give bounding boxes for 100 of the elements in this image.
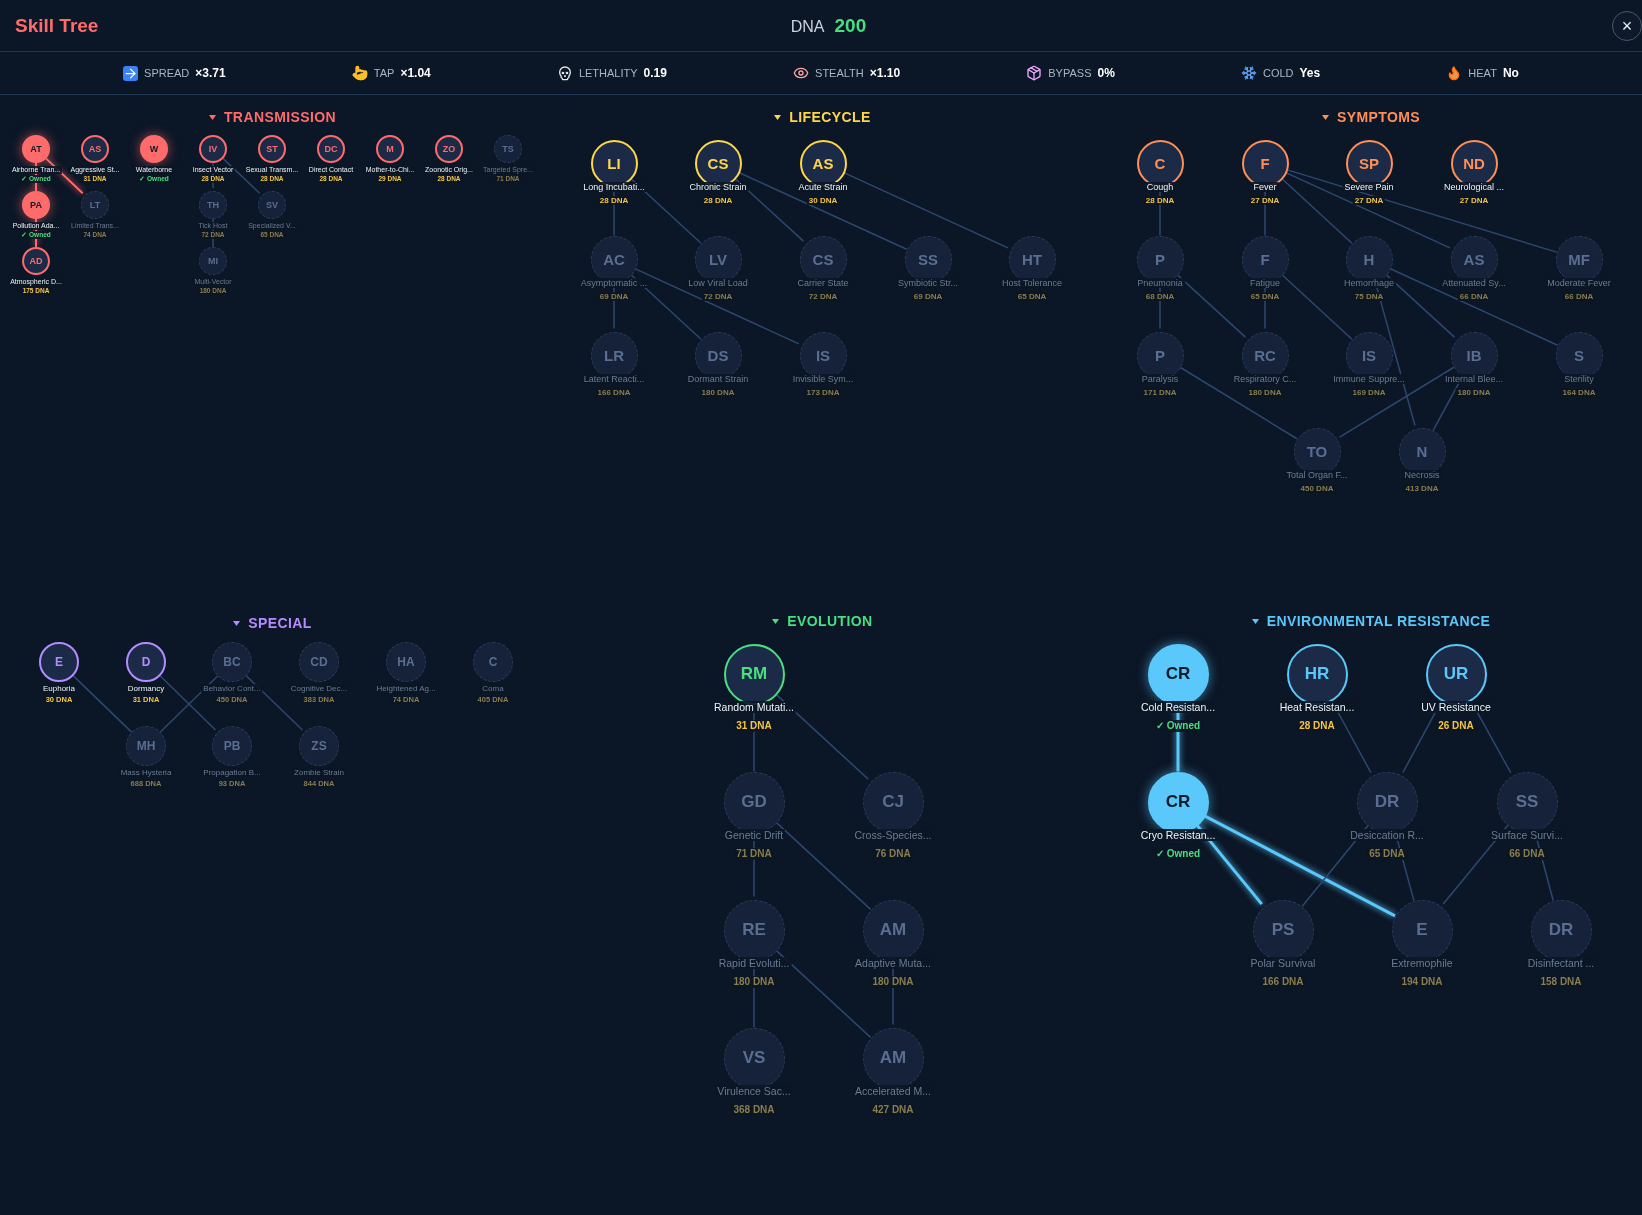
skill-name: Heightened Ag...: [374, 684, 438, 694]
caret-icon: [233, 620, 241, 626]
cost-label: 69 DNA: [911, 292, 945, 302]
cost-label: 26 DNA: [1436, 720, 1476, 732]
cost-label: 75 DNA: [1352, 292, 1386, 302]
skill-name: Disinfectant ...: [1525, 956, 1597, 969]
section-title: TRANSMISSION: [223, 109, 337, 125]
skill-node[interactable]: E: [39, 642, 79, 682]
skill-name: Propagation B...: [201, 768, 263, 778]
close-button[interactable]: ×: [1612, 10, 1642, 41]
cost-label: 66 DNA: [1507, 848, 1547, 860]
skill-name: Attenuated Sy...: [1440, 277, 1508, 288]
skill-node[interactable]: MI: [199, 247, 227, 275]
skill-name: Fever: [1251, 181, 1279, 192]
skill-name: Zombie Strain: [292, 768, 346, 778]
dna-label: DNA: [790, 17, 825, 36]
skill-node[interactable]: PA: [22, 191, 50, 219]
skill-node[interactable]: C: [473, 642, 513, 682]
stat-label: BYPASS: [1048, 67, 1092, 79]
skill-node[interactable]: SV: [258, 191, 286, 219]
cost-label: 72 DNA: [701, 292, 735, 302]
skill-name: Host Tolerance: [1000, 277, 1064, 288]
cost-label: 450 DNA: [1298, 484, 1336, 494]
skill-name: Mass Hysteria: [118, 768, 174, 778]
skill-node[interactable]: M: [376, 135, 404, 163]
window-title: Skill Tree: [15, 14, 99, 37]
skill-node[interactable]: W: [140, 135, 168, 163]
cost-label: 68 DNA: [1143, 292, 1177, 302]
skill-node[interactable]: PB: [212, 726, 252, 766]
cost-label: 158 DNA: [1538, 976, 1584, 988]
stat-label: HEAT: [1468, 67, 1497, 79]
cost-label: 28 DNA: [701, 196, 735, 206]
stat-value: No: [1502, 66, 1519, 80]
skill-node[interactable]: ZO: [435, 135, 463, 163]
stat-label: TAP: [373, 67, 395, 79]
skill-name: Asymptomatic ...: [578, 277, 650, 288]
skill-name: Cold Resistan...: [1138, 700, 1218, 713]
package-icon: [1026, 65, 1043, 81]
stat-value: ×1.04: [400, 66, 431, 80]
skill-name: Acute Strain: [796, 181, 850, 192]
skill-node[interactable]: LT: [81, 191, 109, 219]
skill-node[interactable]: AT: [22, 135, 50, 163]
skill-node[interactable]: D: [126, 642, 166, 682]
skill-name: Cognitive Dec...: [288, 684, 350, 694]
skill-name: Desiccation R...: [1348, 828, 1426, 841]
skill-name: Sterility: [1562, 373, 1596, 384]
skill-name: Total Organ F...: [1284, 469, 1350, 480]
cost-label: 180 DNA: [1455, 388, 1493, 398]
pointing-hand-icon: [351, 65, 368, 81]
cost-label: 166 DNA: [1260, 976, 1306, 988]
skill-name: Internal Blee...: [1443, 373, 1505, 384]
skill-name: Immune Suppre...: [1331, 373, 1407, 384]
skill-node[interactable]: CD: [299, 642, 339, 682]
stat-value: 0.19: [643, 66, 667, 80]
skill-node[interactable]: ST: [258, 135, 286, 163]
stat-value: Yes: [1299, 66, 1321, 80]
skill-name: Adaptive Muta...: [853, 956, 933, 969]
skill-node[interactable]: TS: [494, 135, 522, 163]
cost-label: 180 DNA: [870, 976, 916, 988]
cost-label: 69 DNA: [597, 292, 631, 302]
skill-name: Accelerated M...: [853, 1084, 933, 1097]
cost-label: 65 DNA: [1015, 292, 1049, 302]
caret-icon: [208, 114, 216, 120]
cost-label: 164 DNA: [1560, 388, 1598, 398]
cost-label: 180 DNA: [731, 976, 777, 988]
stat-value: 0%: [1097, 66, 1115, 80]
cost-label: 180 DNA: [699, 388, 737, 398]
cost-label: 28 DNA: [1297, 720, 1337, 732]
skill-name: Moderate Fever: [1545, 277, 1613, 288]
section-title: ENVIRONMENTAL RESISTANCE: [1266, 613, 1491, 629]
skill-node[interactable]: TH: [199, 191, 227, 219]
cost-label: 66 DNA: [1562, 292, 1596, 302]
skill-node[interactable]: AD: [22, 247, 50, 275]
cost-label: 368 DNA: [731, 1104, 777, 1116]
skill-name: Extremophile: [1389, 956, 1455, 969]
skill-node[interactable]: AS: [81, 135, 109, 163]
connector-line: [35, 162, 37, 192]
dna-value: 200: [834, 14, 867, 37]
skill-node[interactable]: MH: [126, 726, 166, 766]
skill-name: Severe Pain: [1342, 181, 1396, 192]
cost-label: 76 DNA: [873, 848, 913, 860]
skill-node[interactable]: ZS: [299, 726, 339, 766]
skill-node[interactable]: DC: [317, 135, 345, 163]
skill-name: UV Resistance: [1419, 700, 1493, 713]
cost-label: 28 DNA: [1143, 196, 1177, 206]
stat-value: ×3.71: [195, 66, 226, 80]
eye-icon: [793, 65, 810, 81]
skill-name: Low Viral Load: [686, 277, 750, 288]
skill-node[interactable]: HA: [386, 642, 426, 682]
skill-node[interactable]: BC: [212, 642, 252, 682]
skill-name: Cryo Resistan...: [1138, 828, 1218, 841]
skill-name: Hemorrhage: [1342, 277, 1396, 288]
cost-label: 173 DNA: [804, 388, 842, 398]
stat-label: SPREAD: [144, 67, 190, 79]
cost-label: 65 DNA: [1248, 292, 1282, 302]
cost-label: 180 DNA: [1246, 388, 1284, 398]
skill-name: Invisible Sym...: [790, 373, 856, 384]
skull-icon: [556, 65, 573, 81]
caret-icon: [774, 114, 782, 120]
skill-node[interactable]: IV: [199, 135, 227, 163]
